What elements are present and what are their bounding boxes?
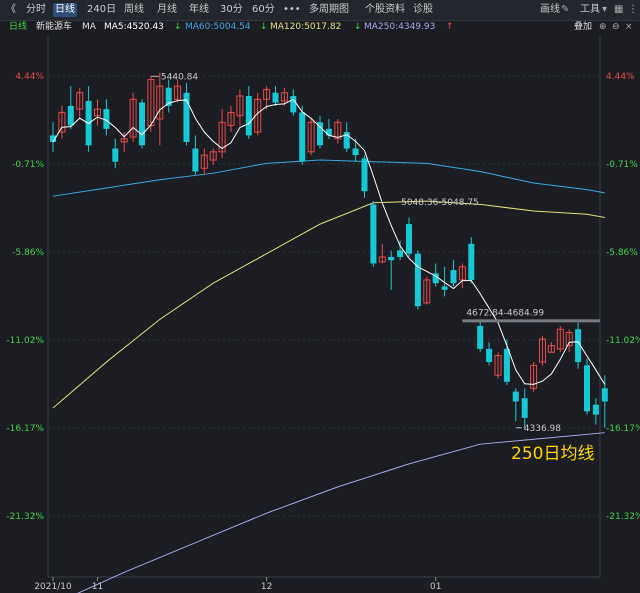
y-tick-label-right: -0.71% xyxy=(606,160,638,170)
kline-chart[interactable]: 5440.84 5048.36-5048.75 4672.84-4684.99 433… xyxy=(0,0,640,593)
ma120-line xyxy=(52,200,605,409)
x-tick-label: 11 xyxy=(92,582,103,592)
candle-body xyxy=(192,148,199,172)
y-tick-label-left: -21.32% xyxy=(6,512,44,522)
candle-body xyxy=(67,105,74,126)
candle-body xyxy=(584,365,590,412)
y-tick-label-left: -5.86% xyxy=(12,248,44,258)
callout-text: 5048.36-5048.75 xyxy=(401,198,479,208)
candles xyxy=(50,73,608,428)
candle-body xyxy=(290,95,297,113)
resistance-band xyxy=(462,319,600,323)
candle-body xyxy=(388,256,395,261)
ma250-annotation: 250日均线 xyxy=(511,444,594,464)
y-tick-label-right: -5.86% xyxy=(606,248,638,258)
candle-body xyxy=(103,109,110,129)
ma120-polyline xyxy=(52,200,605,409)
callout-text: 4672.84-4684.99 xyxy=(466,308,544,318)
ma5-polyline xyxy=(52,98,606,385)
candle-body xyxy=(503,348,510,382)
x-axis: 2021/10 11 12 01 xyxy=(34,577,441,592)
y-tick-label-left: -16.17% xyxy=(6,424,44,434)
y-tick-label-left: 4.44% xyxy=(15,72,44,82)
x-tick-label: 2021/10 xyxy=(34,582,72,592)
candle-body xyxy=(352,148,359,156)
candle-body xyxy=(370,204,377,264)
y-tick-label-left: -11.02% xyxy=(6,336,44,346)
candle-body xyxy=(139,102,145,146)
x-tick-label: 12 xyxy=(261,582,272,592)
ma60-line xyxy=(52,159,605,197)
candle-body xyxy=(397,250,404,257)
callout-text: 4336.98 xyxy=(524,424,561,434)
candle-body xyxy=(414,253,421,307)
candle-body xyxy=(325,128,332,136)
candle-body xyxy=(361,158,368,192)
x-tick-label: 01 xyxy=(430,582,441,592)
y-tick-label-left: -0.71% xyxy=(12,160,44,170)
candle-body xyxy=(450,270,457,284)
candle-body xyxy=(592,404,599,415)
candle-body xyxy=(512,391,519,402)
candle-body xyxy=(601,388,608,402)
candle-body xyxy=(406,224,412,254)
candle-body xyxy=(112,148,119,162)
y-tick-label-right: 4.44% xyxy=(606,72,635,82)
callout-text: 5440.84 xyxy=(161,72,198,82)
y-tick-label-right: -16.17% xyxy=(606,424,640,434)
candle-body xyxy=(317,122,323,146)
ma5-line xyxy=(52,98,606,385)
candle-body xyxy=(299,112,306,162)
candle-body xyxy=(477,325,484,349)
candle-body xyxy=(272,92,279,103)
chart-grid xyxy=(47,36,601,578)
candle-body xyxy=(468,243,475,280)
candle-body xyxy=(521,398,528,418)
candle-body xyxy=(441,286,448,290)
y-tick-label-right: -21.32% xyxy=(606,512,640,522)
y-tick-label-right: -11.02% xyxy=(606,336,640,346)
ma60-polyline xyxy=(52,159,605,197)
candle-body xyxy=(486,348,493,363)
candle-body xyxy=(245,95,252,136)
